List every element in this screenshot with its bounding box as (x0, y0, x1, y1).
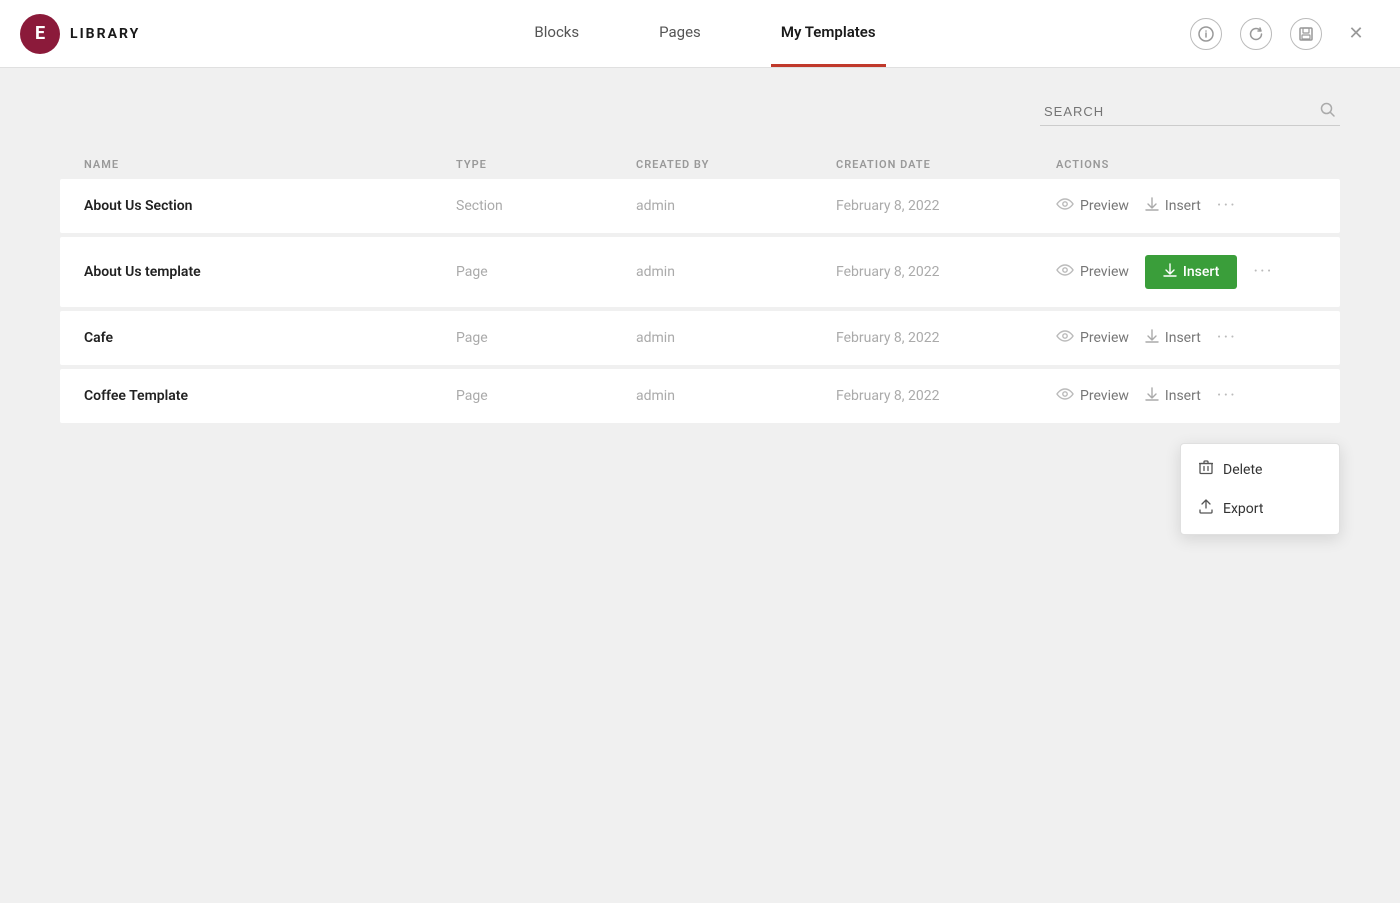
insert-icon (1145, 329, 1159, 347)
row-date: February 8, 2022 (836, 264, 1056, 280)
insert-green-icon (1163, 263, 1177, 281)
refresh-button[interactable] (1240, 18, 1272, 50)
row-template-name: About Us Section (84, 198, 456, 214)
row-date: February 8, 2022 (836, 330, 1056, 346)
col-creation-date: CREATION DATE (836, 158, 1056, 171)
eye-icon (1056, 198, 1074, 214)
info-icon (1198, 26, 1214, 42)
eye-icon (1056, 264, 1074, 280)
row-created-by: admin (636, 330, 836, 346)
search-wrapper (1040, 98, 1340, 126)
row-type: Page (456, 388, 636, 404)
col-actions: ACTIONS (1056, 158, 1316, 171)
row-template-name: About Us template (84, 264, 456, 280)
row-created-by: admin (636, 264, 836, 280)
search-bar (60, 98, 1340, 126)
export-icon (1199, 499, 1213, 518)
preview-button[interactable]: Preview (1056, 330, 1129, 346)
more-options-button[interactable]: ··· (1217, 387, 1237, 405)
header: E LIBRARY Blocks Pages My Templates (0, 0, 1400, 68)
row-date: February 8, 2022 (836, 198, 1056, 214)
content-area: NAME TYPE CREATED BY CREATION DATE ACTIO… (0, 68, 1400, 903)
save-icon (1298, 26, 1314, 42)
eye-icon (1056, 330, 1074, 346)
row-actions: Preview Insert ··· (1056, 197, 1316, 215)
dropdown-export-label: Export (1223, 501, 1263, 517)
insert-icon (1145, 197, 1159, 215)
eye-icon (1056, 388, 1074, 404)
save-button[interactable] (1290, 18, 1322, 50)
tab-pages[interactable]: Pages (649, 0, 711, 67)
tab-blocks[interactable]: Blocks (524, 0, 589, 67)
col-type: TYPE (456, 158, 636, 171)
preview-button[interactable]: Preview (1056, 264, 1129, 280)
col-name: NAME (84, 158, 456, 171)
row-type: Section (456, 198, 636, 214)
table-row: About Us Section Section admin February … (60, 179, 1340, 233)
row-actions: Preview Insert ··· (1056, 255, 1316, 289)
row-created-by: admin (636, 198, 836, 214)
table-row: Coffee Template Page admin February 8, 2… (60, 369, 1340, 423)
search-icon (1320, 102, 1336, 122)
row-actions: Preview Insert ··· (1056, 387, 1316, 405)
dropdown-menu: Delete Export (1180, 443, 1340, 535)
delete-icon (1199, 460, 1213, 479)
preview-button[interactable]: Preview (1056, 198, 1129, 214)
tab-my-templates[interactable]: My Templates (771, 0, 886, 67)
dropdown-delete-label: Delete (1223, 462, 1262, 478)
row-actions: Preview Insert ··· (1056, 329, 1316, 347)
row-date: February 8, 2022 (836, 388, 1056, 404)
nav-tabs: Blocks Pages My Templates (220, 0, 1190, 67)
close-button[interactable]: ✕ (1340, 18, 1372, 50)
more-options-button[interactable]: ··· (1217, 197, 1237, 215)
row-type: Page (456, 330, 636, 346)
row-template-name: Coffee Template (84, 388, 456, 404)
insert-active-button[interactable]: Insert (1145, 255, 1237, 289)
search-input[interactable] (1040, 98, 1340, 125)
insert-button[interactable]: Insert (1145, 197, 1201, 215)
logo-area: E LIBRARY (0, 14, 220, 54)
row-type: Page (456, 264, 636, 280)
table-row: Cafe Page admin February 8, 2022 Preview (60, 311, 1340, 365)
dropdown-delete[interactable]: Delete (1181, 450, 1339, 489)
insert-button[interactable]: Insert (1145, 329, 1201, 347)
insert-button[interactable]: Insert (1145, 387, 1201, 405)
info-button[interactable] (1190, 18, 1222, 50)
col-created-by: CREATED BY (636, 158, 836, 171)
dropdown-export[interactable]: Export (1181, 489, 1339, 528)
preview-button[interactable]: Preview (1056, 388, 1129, 404)
insert-icon (1145, 387, 1159, 405)
table-header: NAME TYPE CREATED BY CREATION DATE ACTIO… (60, 150, 1340, 179)
table-row: About Us template Page admin February 8,… (60, 237, 1340, 307)
library-title: LIBRARY (70, 26, 140, 42)
row-created-by: admin (636, 388, 836, 404)
header-actions: ✕ (1190, 18, 1400, 50)
row-template-name: Cafe (84, 330, 456, 346)
refresh-icon (1248, 26, 1264, 42)
more-options-button[interactable]: ··· (1217, 329, 1237, 347)
elementor-logo-icon: E (20, 14, 60, 54)
more-options-button[interactable]: ··· (1253, 263, 1273, 281)
template-table: NAME TYPE CREATED BY CREATION DATE ACTIO… (60, 150, 1340, 423)
